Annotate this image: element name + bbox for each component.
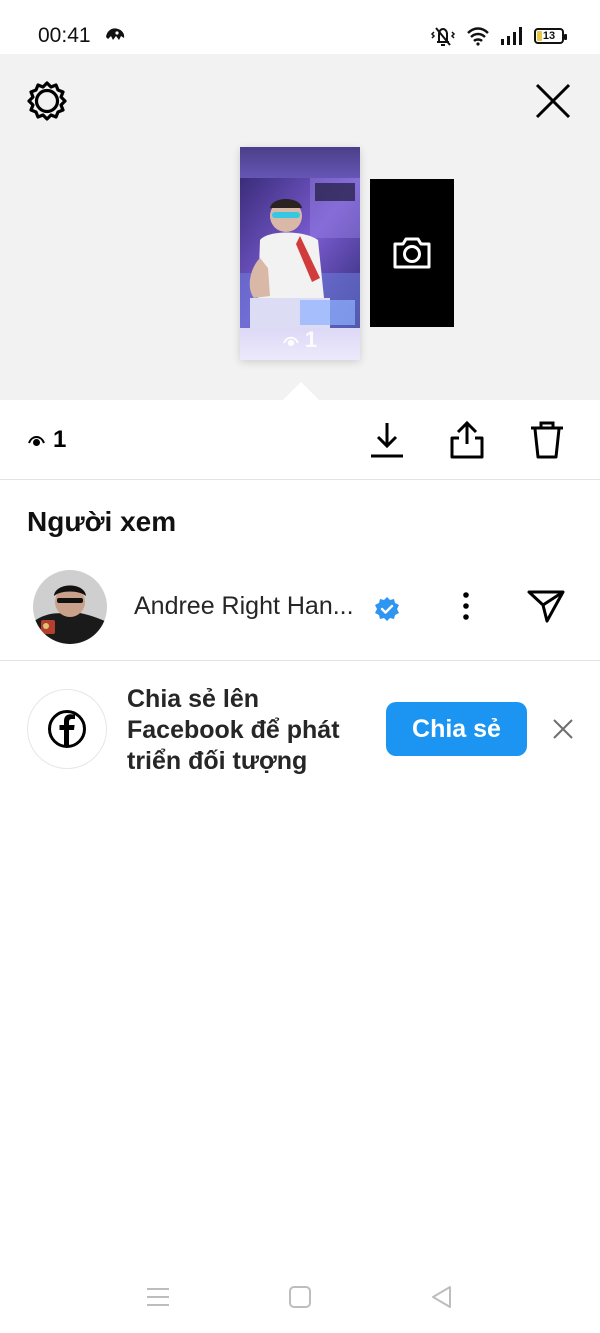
add-story-camera-button[interactable] (370, 179, 454, 327)
facebook-icon (48, 710, 86, 748)
story-thumbnail-header (240, 147, 360, 178)
settings-gear-icon[interactable] (26, 80, 68, 122)
eye-icon (282, 336, 299, 347)
view-count: 1 (53, 426, 67, 453)
status-icons: 13 (430, 24, 567, 48)
camera-icon (393, 237, 431, 269)
divider (0, 660, 600, 661)
facebook-share-prompt: Chia sẻ lên Facebook để phát triển đối t… (0, 680, 600, 790)
viewer-name[interactable]: Andree Right Han... (134, 592, 354, 621)
story-preview-area: 1 (0, 54, 600, 400)
download-icon[interactable] (368, 420, 406, 460)
battery-level: 13 (542, 30, 556, 42)
menu-icon[interactable] (144, 1284, 172, 1310)
send-message-icon[interactable] (526, 588, 566, 624)
selected-story-pointer (283, 382, 319, 400)
story-action-bar: 1 (0, 400, 600, 480)
system-nav-bar (0, 1260, 600, 1333)
more-options-icon[interactable] (452, 590, 480, 622)
home-icon[interactable] (286, 1284, 314, 1310)
dismiss-icon[interactable] (552, 718, 574, 740)
viewer-list-item[interactable]: Andree Right Han... (0, 566, 600, 646)
facebook-share-message: Chia sẻ lên Facebook để phát triển đối t… (127, 685, 340, 775)
facebook-icon-container (27, 689, 107, 769)
mute-vibrate-icon (430, 27, 456, 46)
trash-icon[interactable] (528, 420, 566, 460)
back-icon[interactable] (428, 1284, 456, 1310)
battery-icon: 13 (534, 28, 567, 44)
viewers-title: Người xem (27, 506, 177, 537)
views-summary[interactable]: 1 (28, 426, 66, 454)
story-thumbnail[interactable]: 1 (240, 147, 360, 360)
story-view-count: 1 (240, 327, 360, 353)
story-view-count-value: 1 (304, 327, 318, 352)
app-notification-icon (106, 28, 125, 40)
verified-badge-icon (375, 597, 399, 621)
signal-icon (501, 27, 522, 45)
status-time: 00:41 (38, 24, 91, 47)
eye-icon (28, 435, 45, 446)
share-icon[interactable] (448, 420, 486, 460)
avatar[interactable] (33, 570, 107, 644)
status-bar: 00:41 13 (0, 0, 600, 54)
story-photo (240, 178, 360, 328)
share-button[interactable]: Chia sẻ (386, 702, 527, 756)
close-icon[interactable] (534, 82, 572, 120)
wifi-icon (467, 27, 489, 46)
